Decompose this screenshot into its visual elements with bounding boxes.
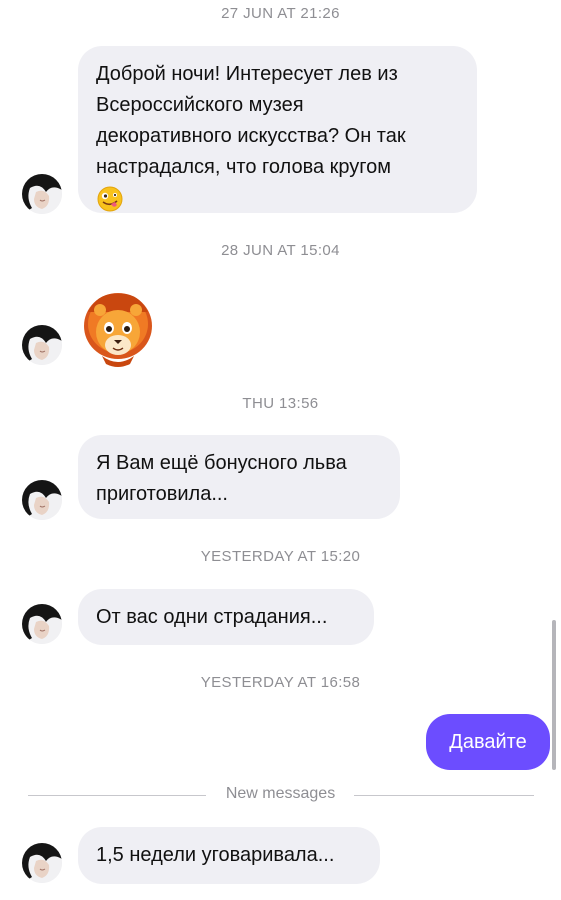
- message-text: От вас одни страдания...: [96, 606, 328, 628]
- message-text-line: настрадался, что голова кругом: [96, 156, 392, 178]
- incoming-message-bubble[interactable]: Доброй ночи! Интересует лев из Всероссий…: [78, 46, 477, 213]
- message-text-line: приготовила...: [96, 483, 228, 505]
- incoming-message-bubble[interactable]: Я Вам ещё бонусного льва приготовила...: [78, 435, 400, 519]
- timestamp: THU 13:56: [242, 395, 319, 412]
- zany-face-emoji-icon: [96, 185, 124, 213]
- contact-avatar[interactable]: [22, 604, 62, 644]
- outgoing-message-bubble[interactable]: Давайте: [426, 714, 550, 770]
- contact-avatar[interactable]: [22, 480, 62, 520]
- message-text: 1,5 недели уговаривала...: [96, 844, 335, 866]
- message-text: Давайте: [449, 731, 527, 753]
- incoming-message-bubble[interactable]: От вас одни страдания...: [78, 589, 374, 645]
- incoming-message-bubble[interactable]: 1,5 недели уговаривала...: [78, 827, 380, 884]
- message-text-line: Всероссийского музея: [96, 94, 304, 116]
- timestamp: 28 JUN AT 15:04: [221, 242, 340, 259]
- lion-memoji-sticker-icon[interactable]: [80, 288, 156, 368]
- contact-avatar[interactable]: [22, 174, 62, 214]
- message-text-line: Я Вам ещё бонусного льва: [96, 452, 347, 474]
- new-messages-label: New messages: [225, 785, 336, 802]
- timestamp: YESTERDAY AT 15:20: [200, 548, 361, 565]
- timestamp: 27 JUN AT 21:26: [221, 5, 340, 22]
- contact-avatar[interactable]: [22, 843, 62, 883]
- scrollbar-thumb[interactable]: [552, 620, 556, 770]
- message-text-line: Доброй ночи! Интересует лев из: [96, 63, 398, 85]
- message-text-line: декоративного искусства? Он так: [96, 125, 406, 147]
- timestamp: YESTERDAY AT 16:58: [200, 674, 361, 691]
- contact-avatar[interactable]: [22, 325, 62, 365]
